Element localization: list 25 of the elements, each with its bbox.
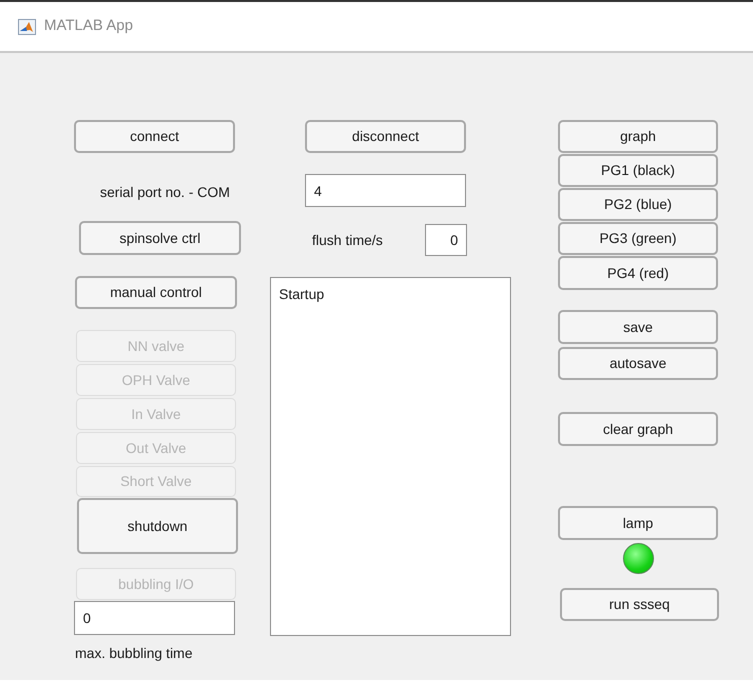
button[interactable]: PG4 (red) [558, 256, 718, 290]
button[interactable]: disconnect [305, 120, 466, 153]
window-title: MATLAB App [44, 16, 133, 36]
input-field[interactable]: 0 [425, 224, 467, 256]
label: serial port no. - COM [100, 182, 231, 202]
button[interactable]: autosave [558, 347, 718, 380]
button[interactable]: lamp [558, 506, 718, 540]
input-field[interactable]: 4 [305, 174, 466, 207]
button[interactable]: connect [74, 120, 235, 153]
button[interactable]: run ssseq [560, 588, 719, 621]
button[interactable]: manual control [75, 276, 237, 309]
label: flush time/s [312, 230, 384, 250]
app-logo-icon [18, 18, 36, 34]
button[interactable]: graph [558, 120, 718, 153]
label: max. bubbling time [75, 644, 194, 663]
button[interactable]: spinsolve ctrl [79, 221, 241, 255]
input-field[interactable]: 0 [74, 601, 235, 635]
button[interactable]: shutdown [77, 498, 238, 554]
button[interactable]: PG2 (blue) [558, 188, 718, 221]
button[interactable]: PG1 (black) [558, 154, 718, 187]
button[interactable]: PG3 (green) [558, 222, 718, 255]
button[interactable]: save [558, 310, 718, 344]
list-item[interactable]: Startup [271, 284, 510, 304]
list-box[interactable]: Startup [270, 277, 511, 636]
button[interactable]: clear graph [558, 412, 718, 446]
